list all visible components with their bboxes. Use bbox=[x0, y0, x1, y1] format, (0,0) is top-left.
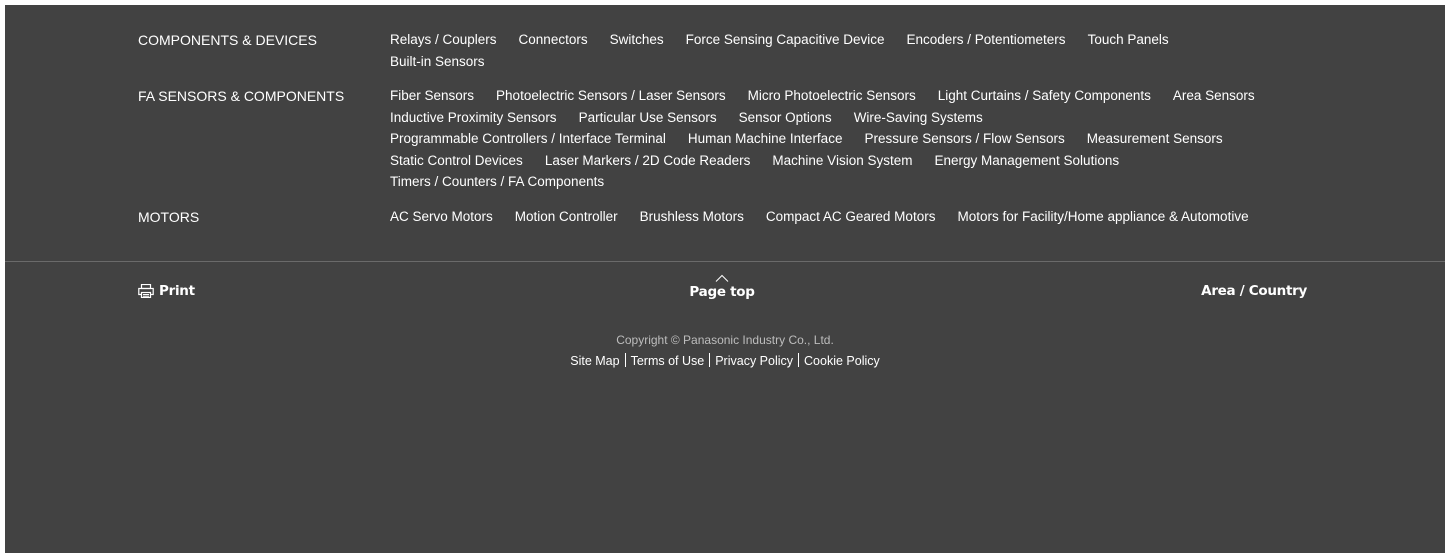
chevron-up-icon bbox=[715, 274, 729, 282]
category-link[interactable]: AC Servo Motors bbox=[390, 206, 493, 228]
category-link[interactable]: Inductive Proximity Sensors bbox=[390, 107, 557, 129]
footer-divider bbox=[5, 261, 1445, 262]
category-links: Relays / Couplers Connectors Switches Fo… bbox=[390, 29, 1318, 72]
category-link[interactable]: Timers / Counters / FA Components bbox=[390, 171, 604, 193]
category-link[interactable]: Machine Vision System bbox=[772, 150, 912, 172]
link-separator bbox=[624, 353, 626, 367]
category-link[interactable]: Pressure Sensors / Flow Sensors bbox=[864, 128, 1064, 150]
category-link[interactable]: Relays / Couplers bbox=[390, 29, 497, 51]
category-title: FA SENSORS & COMPONENTS bbox=[138, 88, 345, 104]
category-links: AC Servo Motors Motion Controller Brushl… bbox=[390, 206, 1318, 228]
category-link[interactable]: Area Sensors bbox=[1173, 85, 1255, 107]
category-link[interactable]: Particular Use Sensors bbox=[579, 107, 717, 129]
category-links: Fiber Sensors Photoelectric Sensors / La… bbox=[390, 85, 1318, 193]
category-link[interactable]: Laser Markers / 2D Code Readers bbox=[545, 150, 751, 172]
category-link[interactable]: Touch Panels bbox=[1088, 29, 1169, 51]
category-link[interactable]: Measurement Sensors bbox=[1087, 128, 1223, 150]
category-link[interactable]: Sensor Options bbox=[739, 107, 832, 129]
printer-icon bbox=[138, 284, 154, 298]
category-link[interactable]: Static Control Devices bbox=[390, 150, 523, 172]
link-separator bbox=[798, 353, 800, 367]
category-title: MOTORS bbox=[138, 208, 200, 225]
category-link[interactable]: Motion Controller bbox=[515, 206, 618, 228]
category-row: MOTORS AC Servo Motors Motion Controller… bbox=[138, 206, 1318, 228]
category-link[interactable]: Switches bbox=[610, 29, 664, 51]
category-nav: COMPONENTS & DEVICES Relays / Couplers C… bbox=[138, 29, 1318, 241]
category-link[interactable]: Force Sensing Capacitive Device bbox=[686, 29, 885, 51]
category-title: COMPONENTS & DEVICES bbox=[138, 32, 317, 48]
category-link[interactable]: Light Curtains / Safety Components bbox=[938, 85, 1151, 107]
print-label: Print bbox=[159, 283, 195, 299]
terms-of-use-link[interactable]: Terms of Use bbox=[631, 354, 705, 368]
category-link[interactable]: Photoelectric Sensors / Laser Sensors bbox=[496, 85, 726, 107]
category-link[interactable]: Energy Management Solutions bbox=[934, 150, 1119, 172]
category-link[interactable]: Brushless Motors bbox=[640, 206, 744, 228]
page-top-label: Page top bbox=[689, 284, 755, 300]
category-link[interactable]: Wire-Saving Systems bbox=[854, 107, 983, 129]
category-link[interactable]: Built-in Sensors bbox=[390, 51, 1296, 73]
page-top-button[interactable]: Page top bbox=[672, 273, 772, 300]
category-link[interactable]: Micro Photoelectric Sensors bbox=[748, 85, 916, 107]
category-link[interactable]: Fiber Sensors bbox=[390, 85, 474, 107]
category-link[interactable]: Connectors bbox=[519, 29, 588, 51]
print-button[interactable]: Print bbox=[138, 283, 195, 299]
category-row: COMPONENTS & DEVICES Relays / Couplers C… bbox=[138, 29, 1318, 72]
legal-links: Site Map Terms of Use Privacy Policy Cookie… bbox=[5, 353, 1445, 368]
privacy-policy-link[interactable]: Privacy Policy bbox=[715, 354, 793, 368]
area-country-selector[interactable]: Area / Country bbox=[1201, 283, 1307, 299]
site-footer: COMPONENTS & DEVICES Relays / Couplers C… bbox=[5, 5, 1445, 553]
category-row: FA SENSORS & COMPONENTS Fiber Sensors Ph… bbox=[138, 85, 1318, 193]
utility-bar: Print Page top Area / Country bbox=[5, 273, 1445, 313]
category-link[interactable]: Human Machine Interface bbox=[688, 128, 843, 150]
category-link[interactable]: Encoders / Potentiometers bbox=[906, 29, 1065, 51]
site-map-link[interactable]: Site Map bbox=[570, 354, 619, 368]
copyright-text: Copyright © Panasonic Industry Co., Ltd. bbox=[616, 333, 834, 347]
link-separator bbox=[709, 353, 711, 367]
category-link[interactable]: Compact AC Geared Motors bbox=[766, 206, 936, 228]
category-link[interactable]: Programmable Controllers / Interface Ter… bbox=[390, 128, 666, 150]
cookie-policy-link[interactable]: Cookie Policy bbox=[804, 354, 880, 368]
category-link[interactable]: Motors for Facility/Home appliance & Aut… bbox=[957, 206, 1248, 228]
